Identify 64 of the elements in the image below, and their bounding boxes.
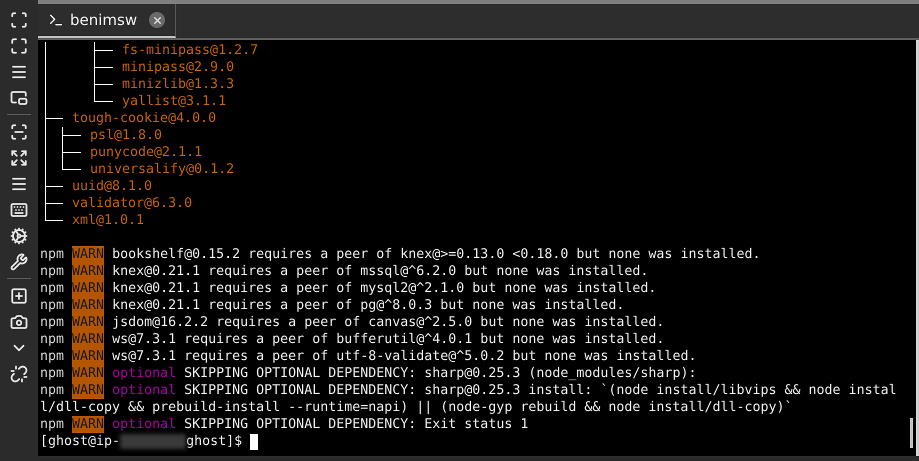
optional-tag: optional [112,416,176,433]
tab[interactable]: benimsw [38,4,176,38]
close-icon[interactable] [149,12,166,28]
package-entry: xml@1.0.1 [72,212,144,229]
npm-prefix: npm [40,416,64,433]
package-entry: psl@1.8.0 [90,127,162,144]
npm-prefix: npm [40,382,64,399]
warn-label: WARN [72,348,104,365]
keyboard-icon[interactable] [9,200,29,219]
terminal-icon [48,12,64,28]
wrench-icon[interactable] [9,252,29,271]
warn-label: WARN [72,297,104,314]
tab-label: benimsw [70,10,138,31]
log-message: knex@0.21.1 requires a peer of mysql2@^2.1.0 but none was installed. [112,280,656,297]
cursor [250,434,258,450]
log-message: l/dll-copy && prebuild-install --runtime=napi) || (node-gyp rebuild && node install/dll-copy)` [40,399,794,416]
warn-label: WARN [72,246,104,263]
log-message: bookshelf@0.15.2 requires a peer of knex@>=0.13.0 <0.18.0 but none was installed. [112,246,760,263]
optional-tag: optional [112,365,176,382]
unlink-icon[interactable] [9,364,29,383]
package-entry: minipass@2.9.0 [122,59,234,76]
npm-prefix: npm [40,280,64,297]
warn-label: WARN [72,314,104,331]
package-entry: punycode@2.1.1 [90,144,202,161]
npm-prefix: npm [40,331,64,348]
package-entry: validator@6.3.0 [72,195,192,212]
warn-label: WARN [72,280,104,297]
optional-tag: optional [112,382,176,399]
log-message: SKIPPING OPTIONAL DEPENDENCY: sharp@0.25.3 (node_modules/sharp): [184,365,696,382]
warn-label: WARN [72,331,104,348]
package-entry: uuid@8.1.0 [72,178,152,195]
npm-prefix: npm [40,297,64,314]
log-message: jsdom@16.2.2 requires a peer of canvas@^2.5.0 but none was installed. [112,314,664,331]
expand-icon[interactable] [9,148,29,167]
scrollbar-thumb[interactable] [910,418,912,448]
package-entry: yallist@3.1.1 [122,93,226,110]
frame-icon[interactable] [9,122,29,141]
log-message: knex@0.21.1 requires a peer of pg@^8.0.3 but none was installed. [112,297,624,314]
npm-prefix: npm [40,246,64,263]
prompt-text: [ghost@ip- [40,433,120,450]
log-message: ws@7.3.1 requires a peer of bufferutil@^4.0.1 but none was installed. [112,331,664,348]
npm-prefix: npm [40,263,64,280]
prompt-text: ghost]$ [186,433,242,450]
focus-icon[interactable] [9,10,29,29]
camera-icon[interactable] [9,312,29,331]
fullscreen-icon[interactable] [9,36,29,55]
package-entry: fs-minipass@1.2.7 [122,42,258,59]
log-message: SKIPPING OPTIONAL DEPENDENCY: sharp@0.25.3 install: `(node install/libvips && node instal [184,382,897,399]
warn-label: WARN [72,365,104,382]
package-entry: minizlib@1.3.3 [122,76,234,93]
warn-label: WARN [72,263,104,280]
warn-label: WARN [72,416,104,433]
log-message: ws@7.3.1 requires a peer of utf-8-validate@^5.0.2 but none was installed. [112,348,696,365]
window-icon[interactable] [9,88,29,107]
add-window-icon[interactable] [9,286,29,305]
package-entry: tough-cookie@4.0.0 [72,110,216,127]
npm-prefix: npm [40,365,64,382]
blurred-region [120,434,186,449]
log-message: knex@0.21.1 requires a peer of mssql@^6.2.0 but none was installed. [112,263,648,280]
log-message: SKIPPING OPTIONAL DEPENDENCY: Exit status 1 [184,416,528,433]
package-entry: universalify@0.1.2 [90,161,234,178]
npm-prefix: npm [40,348,64,365]
warn-label: WARN [72,382,104,399]
npm-prefix: npm [40,314,64,331]
